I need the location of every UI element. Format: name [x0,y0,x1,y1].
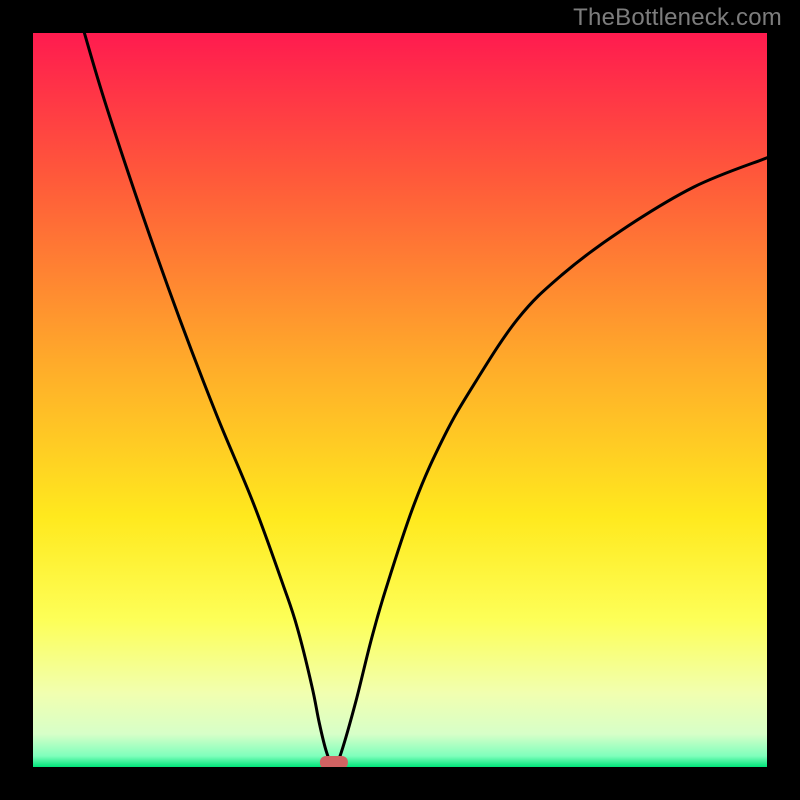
plot-area [33,33,767,767]
chart-background [33,33,767,767]
bottleneck-chart [33,33,767,767]
optimal-marker [320,756,348,767]
watermark-text: TheBottleneck.com [573,4,782,32]
outer-frame: TheBottleneck.com [0,0,800,800]
